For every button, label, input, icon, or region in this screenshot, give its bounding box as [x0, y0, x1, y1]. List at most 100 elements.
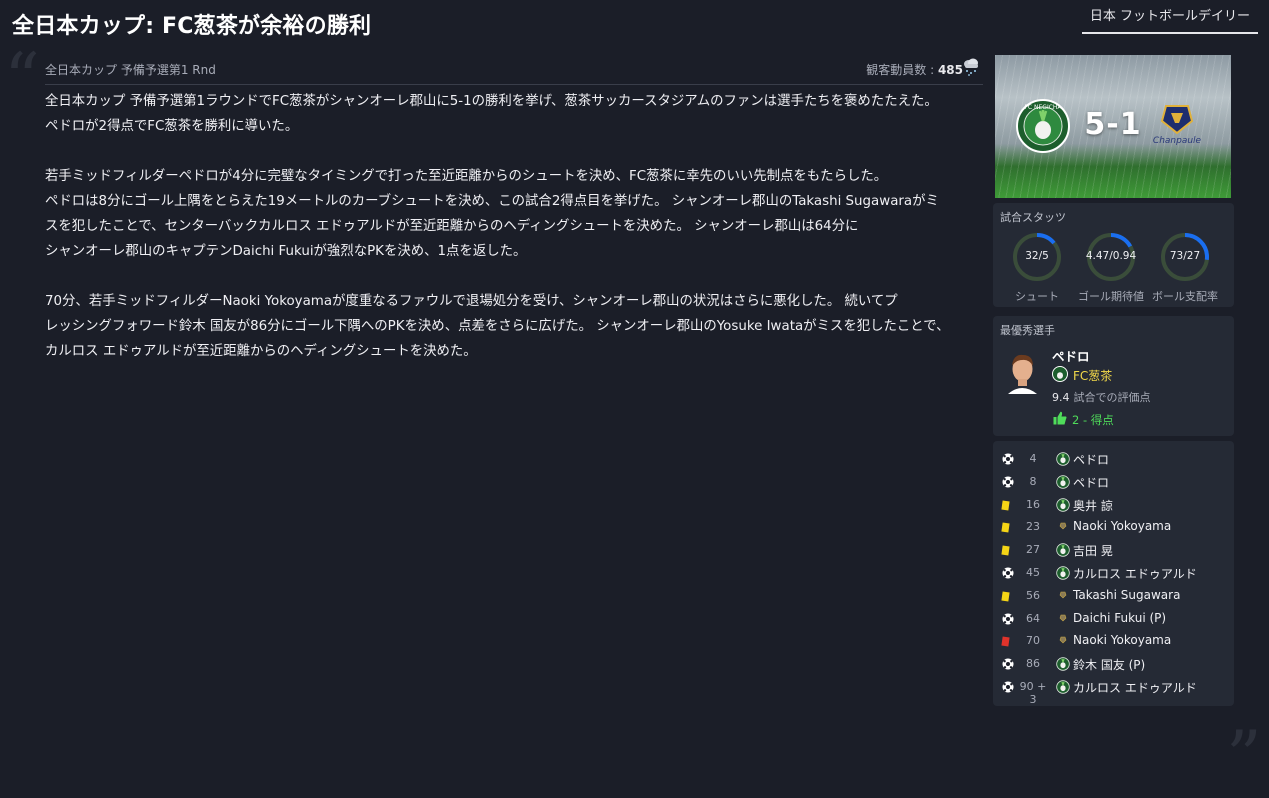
goal-ball-icon — [1002, 681, 1014, 693]
match-event-row[interactable]: 16 奥井 諒 — [993, 494, 1234, 516]
article-line: 若手ミッドフィルダーペドロが4分に完璧なタイミングで打った至近距離からのシュート… — [45, 169, 888, 184]
player-of-the-match-panel: 最優秀選手 ペドロ FC葱茶 9.4 試合での評価点 2 - 得点 — [993, 316, 1234, 436]
home-team-badge-icon — [1056, 657, 1070, 671]
away-team-badge-icon — [1056, 589, 1070, 603]
open-quote-icon: “ — [4, 38, 40, 120]
match-meta-bar: 全日本カップ 予備予選第1 Rnd 観客動員数 : 485 — [45, 58, 983, 85]
event-minute: 27 — [1026, 543, 1040, 557]
gauge-label: シュート — [1015, 290, 1059, 303]
event-player-name[interactable]: 吉田 晃 — [1073, 542, 1113, 559]
gauge-value: 32/5 — [1025, 250, 1049, 262]
news-source-tab[interactable]: 日本 フットボールデイリー — [1082, 6, 1258, 34]
event-player-name[interactable]: ペドロ — [1073, 474, 1109, 491]
stats-title: 試合スタッツ — [1000, 211, 1066, 224]
red-card-icon — [1001, 635, 1014, 647]
yellow-card-icon — [1001, 544, 1014, 556]
event-player-name[interactable]: Naoki Yokoyama — [1073, 519, 1171, 533]
away-team-crest[interactable]: Chanpaule — [1152, 103, 1202, 149]
potm-team-name[interactable]: FC葱茶 — [1073, 367, 1112, 384]
event-minute: 23 — [1026, 520, 1040, 534]
possession-gauge[interactable]: 73/27 ボール支配率 — [1152, 231, 1218, 304]
goal-ball-icon — [1002, 658, 1014, 670]
gauge-label: ゴール期待値 — [1078, 290, 1144, 303]
shots-gauge[interactable]: 32/5 シュート — [1009, 231, 1065, 304]
event-player-name[interactable]: Daichi Fukui (P) — [1073, 611, 1166, 625]
article-line: 70分、若手ミッドフィルダーNaoki Yokoyamaが度重なるファウルで退場… — [45, 294, 898, 309]
potm-player-name[interactable]: ペドロ — [1052, 346, 1090, 365]
attendance-value: 485 — [937, 63, 963, 77]
away-crest-text: Chanpaule — [1153, 136, 1202, 146]
event-minute: 16 — [1026, 497, 1040, 511]
event-player-name[interactable]: カルロス エドゥアルド — [1073, 565, 1197, 582]
potm-goals: 2 - 得点 — [1072, 413, 1114, 427]
match-event-row[interactable]: 90 + 3 カルロス エドゥアルド — [993, 676, 1234, 706]
event-minute: 90 + 3 — [1019, 680, 1047, 706]
gauge-value: 73/27 — [1169, 250, 1201, 262]
event-minute: 86 — [1026, 657, 1040, 671]
event-minute: 56 — [1026, 588, 1040, 602]
event-player-name[interactable]: カルロス エドゥアルド — [1073, 679, 1197, 696]
match-event-row[interactable]: 70 Naoki Yokoyama — [993, 630, 1234, 652]
article-paragraph: 全日本カップ 予備予選第1ラウンドでFC葱茶がシャンオーレ郡山に5-1の勝利を挙… — [45, 89, 985, 139]
home-team-badge-icon — [1056, 497, 1070, 512]
event-minute: 64 — [1026, 611, 1040, 625]
article-body: 全日本カップ 予備予選第1ラウンドでFC葱茶がシャンオーレ郡山に5-1の勝利を挙… — [45, 89, 985, 389]
yellow-card-icon — [1001, 521, 1014, 533]
headline: 全日本カップ: FC葱茶が余裕の勝利 — [12, 14, 372, 39]
snow-cloud-icon — [964, 58, 978, 76]
event-minute: 45 — [1026, 566, 1040, 579]
rating-value: 9.4 — [1052, 391, 1070, 404]
potm-rating: 9.4 試合での評価点 — [1052, 389, 1151, 405]
away-team-badge-icon — [1056, 520, 1070, 534]
event-player-name[interactable]: 鈴木 国友 (P) — [1073, 656, 1145, 673]
player-photo[interactable] — [1004, 348, 1041, 394]
article-line: ペドロが2得点でFC葱茶を勝利に導いた。 — [45, 119, 299, 134]
article-line: スを犯したことで、センターバックカルロス エドゥアルドが至近距離からのヘディング… — [45, 219, 859, 234]
home-team-badge-icon — [1056, 566, 1070, 580]
yellow-card-icon — [1001, 590, 1014, 602]
article-line: 全日本カップ 予備予選第1ラウンドでFC葱茶がシャンオーレ郡山に5-1の勝利を挙… — [45, 94, 938, 109]
match-event-row[interactable]: 4 ペドロ — [993, 448, 1234, 470]
event-minute: 70 — [1026, 634, 1040, 648]
close-quote-icon: ” — [1226, 716, 1262, 798]
attendance: 観客動員数 : 485 — [866, 61, 963, 78]
xg-gauge[interactable]: 4.47/0.94 ゴール期待値 — [1078, 231, 1144, 304]
goal-ball-icon — [1002, 613, 1014, 625]
rating-label: 試合での評価点 — [1073, 391, 1151, 404]
article-line: シャンオーレ郡山のキャプテンDaichi Fukuiが強烈なPKを決め、1点を返… — [45, 244, 527, 259]
match-event-row[interactable]: 56 Takashi Sugawara — [993, 585, 1234, 607]
event-player-name[interactable]: 奥井 諒 — [1073, 497, 1113, 514]
goal-ball-icon — [1002, 453, 1014, 465]
article-line: カルロス エドゥアルドが至近距離からのヘディングシュートを決めた。 — [45, 344, 477, 359]
home-team-badge-icon — [1056, 475, 1070, 489]
potm-title: 最優秀選手 — [1000, 324, 1055, 337]
score-card[interactable]: FC NEGICHA 5-1 Chanpaule — [995, 55, 1231, 198]
article-line: ペドロは8分にゴール上隅をとらえた19メートルのカーブシュートを決め、この試合2… — [45, 194, 939, 209]
team-badge-icon — [1052, 366, 1068, 382]
event-player-name[interactable]: Takashi Sugawara — [1073, 588, 1180, 602]
home-team-badge-icon — [1056, 452, 1070, 466]
goal-ball-icon — [1002, 567, 1014, 579]
match-event-row[interactable]: 23 Naoki Yokoyama — [993, 516, 1234, 538]
goal-ball-icon — [1002, 476, 1014, 488]
match-event-row[interactable]: 8 ペドロ — [993, 471, 1234, 493]
away-team-badge-icon — [1056, 612, 1070, 626]
match-event-row[interactable]: 27 吉田 晃 — [993, 539, 1234, 561]
match-event-row[interactable]: 86 鈴木 国友 (P) — [993, 653, 1234, 675]
article-line: レッシングフォワード鈴木 国友が86分にゴール下隅へのPKを決め、点差をさらに広… — [45, 319, 950, 334]
home-team-badge-icon — [1056, 680, 1070, 694]
competition-label[interactable]: 全日本カップ 予備予選第1 Rnd — [45, 61, 216, 78]
event-player-name[interactable]: ペドロ — [1073, 451, 1109, 468]
yellow-card-icon — [1001, 499, 1014, 511]
event-minute: 4 — [1029, 452, 1037, 465]
match-event-row[interactable]: 64 Daichi Fukui (P) — [993, 608, 1234, 630]
attendance-label: 観客動員数 : — [866, 63, 935, 77]
event-minute: 8 — [1029, 474, 1037, 488]
match-event-row[interactable]: 45 カルロス エドゥアルド — [993, 562, 1234, 584]
event-player-name[interactable]: Naoki Yokoyama — [1073, 633, 1171, 647]
match-events-panel: 4 ペドロ 8 ペドロ 16 奥井 諒 23 Naoki Yokoyama 27 吉田 晃 45 カル… — [993, 441, 1234, 706]
match-stats-panel: 試合スタッツ 32/5 シュート 4.47/0.94 ゴール期待値 73/27 … — [993, 203, 1234, 307]
gauge-label: ボール支配率 — [1152, 290, 1218, 303]
thumbs-up-icon — [1053, 411, 1067, 425]
article-paragraph: 70分、若手ミッドフィルダーNaoki Yokoyamaが度重なるファウルで退場… — [45, 289, 985, 364]
